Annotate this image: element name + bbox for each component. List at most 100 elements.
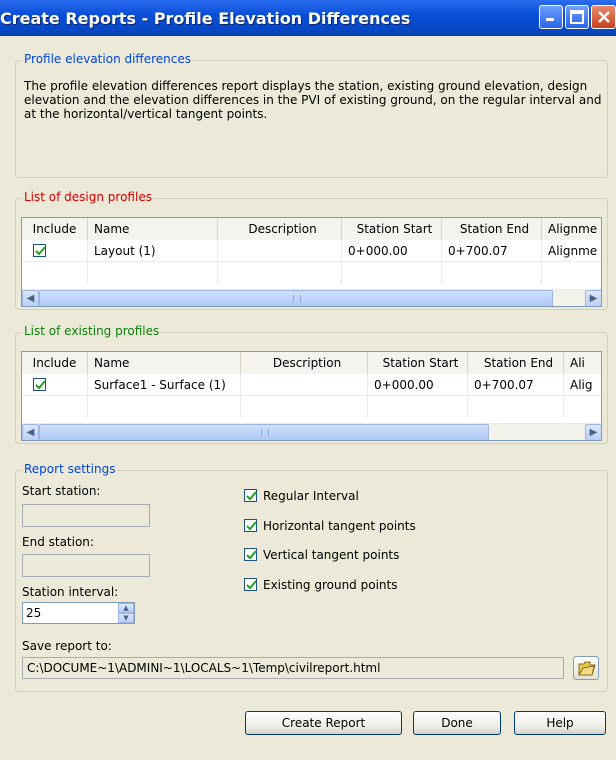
- table-row[interactable]: Layout (1) 0+000.00 0+700.07 Alignme: [22, 240, 601, 262]
- existing-profiles-group: List of existing profiles Include Name D…: [15, 324, 608, 444]
- grip-icon: [261, 429, 269, 436]
- vertical-tangent-checkbox[interactable]: [244, 548, 257, 561]
- description-group: Profile elevation differences The profil…: [15, 52, 608, 178]
- maximize-icon: [570, 10, 584, 24]
- empty-cell: [342, 262, 442, 284]
- include-cell[interactable]: [22, 374, 88, 396]
- station-end-cell: 0+700.07: [468, 374, 564, 396]
- start-station-input[interactable]: [22, 504, 150, 527]
- window-title: Create Reports - Profile Elevation Diffe…: [0, 9, 411, 28]
- checkmark-icon: [246, 580, 257, 590]
- horizontal-tangent-label: Horizontal tangent points: [263, 519, 416, 533]
- alignment-cell: Alig: [570, 378, 593, 392]
- save-path-input[interactable]: C:\DOCUME~1\ADMINI~1\LOCALS~1\Temp\civil…: [22, 657, 564, 679]
- horizontal-scrollbar[interactable]: ◀ ▶: [22, 289, 601, 306]
- grid-header: Include Name Description Station Start S…: [22, 218, 601, 240]
- grip-icon: [293, 295, 301, 302]
- horizontal-scrollbar[interactable]: ◀ ▶: [22, 423, 601, 440]
- close-button[interactable]: [591, 5, 616, 29]
- include-cell[interactable]: [22, 240, 88, 262]
- regular-interval-checkbox[interactable]: [244, 489, 257, 502]
- scroll-right-button[interactable]: ▶: [585, 424, 601, 440]
- alignment-cell: Alignme: [548, 244, 598, 258]
- empty-cell: [241, 396, 368, 418]
- spin-down-icon[interactable]: ▼: [118, 613, 134, 623]
- column-header-alignment[interactable]: Ali: [564, 352, 601, 374]
- column-header-station-start[interactable]: Station Start: [368, 352, 468, 374]
- column-header-description[interactable]: Description: [218, 218, 342, 240]
- report-settings-title: Report settings: [22, 462, 118, 476]
- existing-profiles-grid[interactable]: Include Name Description Station Start S…: [21, 351, 602, 441]
- existing-profiles-title: List of existing profiles: [22, 324, 162, 338]
- column-header-alignment[interactable]: Alignme: [542, 218, 601, 240]
- include-checkbox[interactable]: [33, 378, 46, 391]
- column-header-description[interactable]: Description: [241, 352, 368, 374]
- column-header-include[interactable]: Include: [22, 218, 88, 240]
- scroll-thumb[interactable]: [39, 290, 553, 306]
- table-row[interactable]: Surface1 - Surface (1) 0+000.00 0+700.07…: [22, 374, 601, 396]
- empty-row: [22, 262, 601, 284]
- scroll-left-button[interactable]: ◀: [22, 424, 39, 440]
- minimize-icon: [546, 18, 554, 21]
- report-settings-group: Report settings Start station: End stati…: [15, 462, 608, 692]
- description-cell: [218, 240, 342, 262]
- maximize-button[interactable]: [565, 5, 589, 29]
- minimize-button[interactable]: [539, 5, 563, 29]
- empty-cell: [22, 262, 88, 284]
- existing-ground-checkbox[interactable]: [244, 578, 257, 591]
- empty-cell: [442, 262, 542, 284]
- regular-interval-label: Regular Interval: [263, 489, 359, 503]
- help-button[interactable]: Help: [514, 711, 606, 735]
- empty-cell: [218, 262, 342, 284]
- column-header-name[interactable]: Name: [88, 352, 241, 374]
- close-icon: [597, 11, 610, 23]
- spin-up-icon[interactable]: ▲: [118, 603, 134, 613]
- start-station-label: Start station:: [22, 484, 101, 498]
- checkmark-icon: [246, 550, 257, 560]
- station-interval-value: 25: [26, 606, 42, 620]
- column-header-station-end[interactable]: Station End: [468, 352, 564, 374]
- station-start-cell: 0+000.00: [368, 374, 468, 396]
- title-bar[interactable]: Create Reports - Profile Elevation Diffe…: [0, 0, 616, 36]
- dialog-window: Create Reports - Profile Elevation Diffe…: [0, 0, 616, 760]
- empty-cell: [88, 396, 241, 418]
- description-cell: [241, 374, 368, 396]
- column-header-name[interactable]: Name: [88, 218, 218, 240]
- create-report-button[interactable]: Create Report: [245, 711, 402, 735]
- empty-cell: [468, 396, 564, 418]
- scroll-left-button[interactable]: ◀: [22, 290, 39, 306]
- station-start-cell: 0+000.00: [342, 240, 442, 262]
- name-cell: Surface1 - Surface (1): [88, 374, 241, 396]
- spin-buttons[interactable]: ▲ ▼: [118, 603, 134, 623]
- done-button[interactable]: Done: [413, 711, 501, 735]
- browse-button[interactable]: [573, 656, 599, 680]
- empty-cell: [88, 262, 218, 284]
- horizontal-tangent-checkbox[interactable]: [244, 519, 257, 532]
- design-profiles-title: List of design profiles: [22, 190, 154, 204]
- empty-cell: [368, 396, 468, 418]
- vertical-tangent-label: Vertical tangent points: [263, 548, 400, 562]
- grid-header: Include Name Description Station Start S…: [22, 352, 601, 374]
- checkmark-icon: [35, 380, 46, 390]
- existing-ground-label: Existing ground points: [263, 578, 398, 592]
- design-profiles-group: List of design profiles Include Name Des…: [15, 190, 608, 310]
- end-station-input[interactable]: [22, 554, 150, 577]
- column-header-include[interactable]: Include: [22, 352, 88, 374]
- include-checkbox[interactable]: [33, 244, 46, 257]
- column-header-station-end[interactable]: Station End: [442, 218, 542, 240]
- end-station-label: End station:: [22, 535, 94, 549]
- station-end-cell: 0+700.07: [442, 240, 542, 262]
- checkmark-icon: [35, 246, 46, 256]
- empty-row: [22, 396, 601, 418]
- station-interval-label: Station interval:: [22, 585, 119, 599]
- empty-cell: [22, 396, 88, 418]
- design-profiles-grid[interactable]: Include Name Description Station Start S…: [21, 217, 602, 307]
- scroll-right-button[interactable]: ▶: [585, 290, 601, 306]
- description-group-title: Profile elevation differences: [22, 52, 193, 66]
- station-interval-stepper[interactable]: 25 ▲ ▼: [22, 602, 135, 624]
- folder-icon: [578, 661, 596, 676]
- column-header-station-start[interactable]: Station Start: [342, 218, 442, 240]
- scroll-thumb[interactable]: [39, 424, 489, 440]
- checkmark-icon: [246, 521, 257, 531]
- checkmark-icon: [246, 491, 257, 501]
